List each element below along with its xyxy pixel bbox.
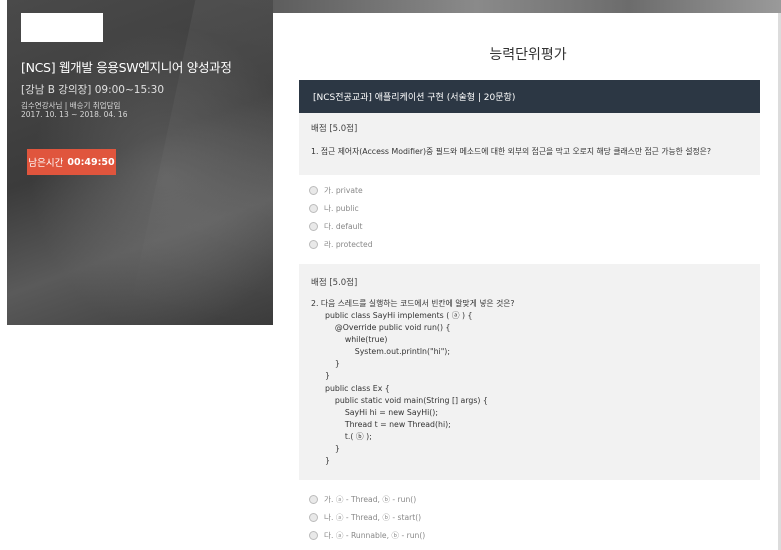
radio-button[interactable] — [309, 203, 318, 213]
question-text: 2. 다음 스레드를 실행하는 코드에서 빈칸에 알맞게 넣은 것은? — [311, 299, 515, 308]
course-hero-panel: [NCS] 웹개발 응용SW엔지니어 양성과정 [강남 B 강의장] 09:00… — [7, 0, 273, 325]
option-label: 가. private — [324, 185, 363, 195]
question-2: 배점 [5.0점] 2. 다음 스레드를 실행하는 코드에서 빈칸에 알맞게 넣… — [299, 264, 760, 480]
remaining-time-badge: 남은시간 00:49:50 — [27, 149, 116, 175]
question-score: 배점 [5.0점] — [311, 124, 358, 134]
option-label: 라. protected — [324, 240, 373, 250]
question-text: 1. 접근 제어자(Access Modifier)중 필드와 메소드에 대한 … — [311, 147, 711, 156]
answer-option[interactable]: 다. default — [309, 217, 373, 235]
page-title: 능력단위평가 — [489, 47, 567, 63]
answer-option[interactable]: 가. private — [309, 181, 373, 199]
answer-option[interactable]: 라. protected — [309, 236, 373, 254]
radio-button[interactable] — [309, 530, 318, 540]
logo-placeholder — [21, 13, 103, 42]
radio-button[interactable] — [309, 221, 318, 231]
answer-option[interactable]: 나. ⓐ - Thread, ⓑ - start() — [309, 508, 425, 526]
option-label: 다. ⓐ - Runnable, ⓑ - run() — [324, 530, 426, 540]
radio-button[interactable] — [309, 185, 318, 195]
course-time: [강남 B 강의장] 09:00~15:30 — [21, 84, 165, 96]
answer-option[interactable]: 다. ⓐ - Runnable, ⓑ - run() — [309, 526, 425, 544]
section-header: [NCS전공교과] 애플리케이션 구현 (서술형 | 20문항) — [299, 80, 760, 113]
question-1: 배점 [5.0점] 1. 접근 제어자(Access Modifier)중 필드… — [299, 113, 760, 175]
question-2-options: 가. ⓐ - Thread, ⓑ - run() 나. ⓐ - Thread, … — [309, 490, 425, 545]
radio-button[interactable] — [309, 494, 318, 504]
course-title: [NCS] 웹개발 응용SW엔지니어 양성과정 — [21, 60, 232, 75]
timer-value: 00:49:50 — [67, 156, 115, 168]
question-1-options: 가. private 나. public 다. default 라. prote… — [309, 181, 373, 254]
timer-label: 남은시간 — [28, 158, 64, 169]
option-label: 나. public — [324, 203, 359, 213]
top-image-strip — [273, 0, 781, 13]
answer-option[interactable]: 나. public — [309, 199, 373, 217]
assessment-panel: 능력단위평가 [NCS전공교과] 애플리케이션 구현 (서술형 | 20문항) … — [275, 13, 781, 550]
option-label: 나. ⓐ - Thread, ⓑ - start() — [324, 512, 422, 522]
code-snippet: public class SayHi implements ( ⓐ ) { @O… — [325, 311, 488, 466]
option-label: 가. ⓐ - Thread, ⓑ - run() — [324, 494, 417, 504]
question-score: 배점 [5.0점] — [311, 278, 358, 288]
option-label: 다. default — [324, 221, 363, 231]
radio-button[interactable] — [309, 240, 318, 250]
radio-button[interactable] — [309, 512, 318, 522]
answer-option[interactable]: 가. ⓐ - Thread, ⓑ - run() — [309, 490, 425, 508]
course-dates: 2017. 10. 13 ~ 2018. 04. 16 — [21, 110, 128, 119]
